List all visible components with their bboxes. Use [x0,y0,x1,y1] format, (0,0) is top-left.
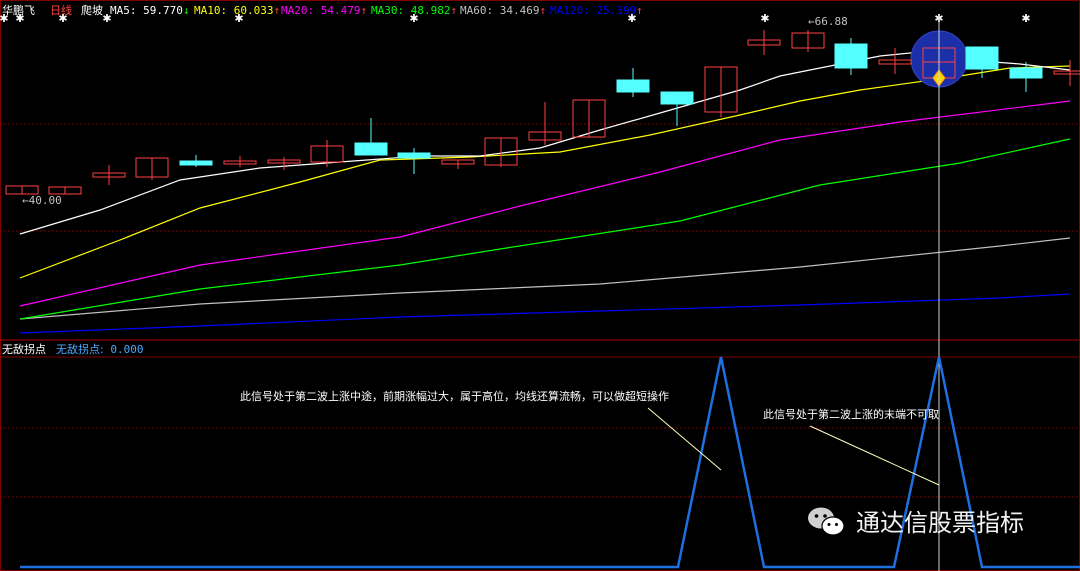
ma-legend-item: MA10: 60.033↑ [194,4,280,18]
ma60-line [19,237,1071,320]
ma-label: MA5: [110,4,144,17]
candle-body [397,152,431,159]
arrow-up-icon: ↑ [450,4,458,17]
ma30-line [19,138,1071,320]
ma-value: 48.982 [410,4,451,17]
watermark-text: 通达信股票指标 [856,509,1024,537]
arrow-left-icon: ← [808,15,815,28]
ma-value: 25.399 [596,4,637,17]
arrow-left-icon: ← [22,194,29,207]
chart-canvas[interactable]: ✱ ✱ ✱ ✱ ✱ ✱ ✱ ✱ ✱ ✱ [0,0,1080,571]
kline-terminal: ✱ ✱ ✱ ✱ ✱ ✱ ✱ ✱ ✱ ✱ 华鹏飞 日线 爬坡 MA5: 59.770↓ MA10: 6… [0,0,1080,571]
ma-legend-item: MA5: 59.770↓ [110,4,190,18]
candle-body [179,160,213,166]
ma-legend-item: MA60: 34.469↑ [460,4,546,18]
annotation-pointer [809,425,940,486]
arrow-up-icon: ↑ [360,4,368,17]
candle-body [1009,67,1043,79]
ma-value: 54.479 [320,4,361,17]
ma-label: MA30: [371,4,411,17]
candle-body [354,142,388,156]
star-marker-icon: ✱ [1021,12,1030,25]
annotation-text-1: 此信号处于第二波上涨中途，前期涨幅过大，属于高位，均线还算流畅，可以做超短操作 [240,390,669,403]
ma-value: 34.469 [499,4,540,17]
indicator-value-label: 无敌拐点: [56,343,104,356]
ma-legend-item: MA30: 48.982↑ [371,4,457,18]
candle-body [965,46,999,70]
stock-name: 华鹏飞 [2,4,35,17]
period-label[interactable]: 日线 [50,4,72,18]
candle-body [834,43,868,69]
candle-body [1053,70,1080,75]
arrow-up-icon: ↑ [539,4,547,17]
ma120-line [19,293,1071,334]
annotation-pointer [647,407,722,471]
formula-name[interactable]: 爬坡 [81,4,103,18]
ma10-line [19,65,1071,279]
low-price-mark: ←40.00 [22,194,62,208]
chart-frame [0,0,1080,571]
ma-value: 60.033 [233,4,274,17]
ma-legend-item: MA120: 25.399↑ [550,4,643,18]
wechat-icon [808,507,845,536]
indicator-name: 无敌拐点 [2,343,46,356]
arrow-up-icon: ↑ [273,4,281,17]
candle-body [660,91,694,105]
indicator-value: 0.000 [110,343,144,356]
arrow-down-icon: ↓ [182,4,190,17]
ma-label: MA120: [550,4,597,17]
annotation-text-2: 此信号处于第二波上涨的末端不可取 [763,408,939,421]
star-marker-icon: ✱ [760,12,769,25]
high-price-label: 66.88 [814,15,848,28]
ma-label: MA20: [281,4,321,17]
indicator-value-row: 无敌拐点: 0.000 [56,343,143,357]
ma-label: MA10: [194,4,234,17]
candle-body [616,79,650,93]
high-price-mark: ←66.88 [808,15,848,29]
ma-value: 59.770 [143,4,183,17]
ma-legend-item: MA20: 54.479↑ [281,4,367,18]
ma-label: MA60: [460,4,500,17]
arrow-up-icon: ↑ [636,4,643,17]
low-price-label: 40.00 [28,194,62,207]
watermark: 通达信股票指标 [806,503,1024,538]
